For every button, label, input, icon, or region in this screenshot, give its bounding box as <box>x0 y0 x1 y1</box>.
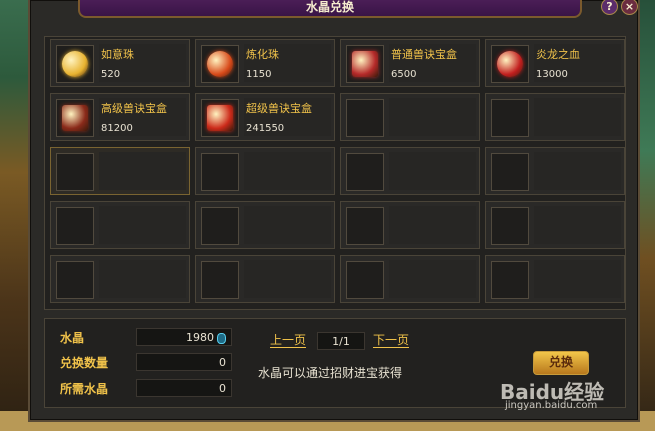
exchange-button[interactable]: 兑换 <box>533 351 589 375</box>
item-name: 高级兽诀宝盒 <box>101 102 167 115</box>
item-icon-frame <box>346 153 384 191</box>
item-slot[interactable] <box>195 201 335 249</box>
item-cost: 81200 <box>101 123 133 134</box>
item-icon-frame <box>491 45 529 83</box>
item-slot[interactable] <box>340 255 480 303</box>
item-icon-frame <box>201 207 239 245</box>
item-name: 炎龙之血 <box>536 48 580 61</box>
item-text-area <box>244 260 331 298</box>
item-slot[interactable]: 高级兽诀宝盒 81200 <box>50 93 190 141</box>
prev-page-link[interactable]: 上一页 <box>270 333 307 348</box>
item-name: 超级兽诀宝盒 <box>246 102 312 115</box>
item-text-area <box>389 152 476 190</box>
item-icon-frame <box>491 207 529 245</box>
item-icon-frame <box>346 45 384 83</box>
item-cost: 6500 <box>391 69 417 80</box>
item-text-area <box>534 152 621 190</box>
item-cost: 520 <box>101 69 121 80</box>
item-icon-frame <box>201 261 239 299</box>
item-text-area <box>99 206 186 244</box>
item-slot[interactable] <box>340 201 480 249</box>
page-indicator: 1/1 <box>317 332 365 350</box>
item-slot[interactable] <box>50 255 190 303</box>
item-slot[interactable] <box>340 147 480 195</box>
required-crystal-field: 0 <box>136 379 232 397</box>
item-text-area <box>389 98 476 136</box>
item-icon-frame <box>201 45 239 83</box>
item-slot[interactable] <box>50 147 190 195</box>
item-slot[interactable]: 普通兽诀宝盒 6500 <box>340 39 480 87</box>
item-icon-frame <box>346 99 384 137</box>
gold-chest-icon <box>207 105 233 131</box>
red-gold-orb-icon <box>207 51 233 77</box>
item-grid: 如意珠 520 炼化珠 1150 普通兽诀宝盒 6500 炎龙之血 13000 高级兽诀宝盒 81… <box>44 36 626 310</box>
quantity-input[interactable]: 0 <box>136 353 232 371</box>
item-icon-frame <box>491 153 529 191</box>
item-icon-frame <box>56 261 94 299</box>
item-slot[interactable] <box>485 255 625 303</box>
item-slot[interactable] <box>485 93 625 141</box>
item-icon-frame <box>491 99 529 137</box>
blood-potion-icon <box>497 51 523 77</box>
gold-orb-icon <box>62 51 88 77</box>
quantity-label: 兑换数量 <box>60 356 109 370</box>
item-icon-frame <box>56 99 94 137</box>
item-icon-frame <box>56 153 94 191</box>
item-slot[interactable] <box>195 255 335 303</box>
item-slot[interactable]: 超级兽诀宝盒 241550 <box>195 93 335 141</box>
item-cost: 13000 <box>536 69 568 80</box>
next-page-link[interactable]: 下一页 <box>373 333 410 348</box>
item-icon-frame <box>346 261 384 299</box>
item-slot[interactable] <box>50 201 190 249</box>
item-slot[interactable] <box>485 201 625 249</box>
watermark-url: jingyan.baidu.com <box>505 400 598 411</box>
red-chest-icon <box>352 51 378 77</box>
item-slot[interactable] <box>340 93 480 141</box>
crystal-label: 水晶 <box>60 331 85 345</box>
item-icon-frame <box>56 45 94 83</box>
item-name: 如意珠 <box>101 48 134 61</box>
item-text-area <box>99 152 186 190</box>
item-icon-frame <box>491 261 529 299</box>
crystal-gem-icon <box>217 332 226 344</box>
item-text-area <box>534 260 621 298</box>
item-icon-frame <box>346 207 384 245</box>
item-name: 普通兽诀宝盒 <box>391 48 457 61</box>
item-icon-frame <box>201 153 239 191</box>
item-text-area <box>244 206 331 244</box>
item-name: 炼化珠 <box>246 48 279 61</box>
item-slot[interactable]: 炎龙之血 13000 <box>485 39 625 87</box>
item-cost: 1150 <box>246 69 272 80</box>
item-text-area <box>534 98 621 136</box>
item-text-area <box>244 152 331 190</box>
crystal-balance-field: 1980 <box>136 328 232 346</box>
item-slot[interactable]: 如意珠 520 <box>50 39 190 87</box>
hint-text: 水晶可以通过招财进宝获得 <box>258 366 403 380</box>
item-text-area <box>389 206 476 244</box>
open-chest-icon <box>62 105 88 131</box>
item-slot[interactable] <box>485 147 625 195</box>
item-icon-frame <box>201 99 239 137</box>
item-icon-frame <box>56 207 94 245</box>
item-slot[interactable]: 炼化珠 1150 <box>195 39 335 87</box>
item-cost: 241550 <box>246 123 285 134</box>
window-title: 水晶兑换 <box>78 0 582 18</box>
item-slot[interactable] <box>195 147 335 195</box>
required-crystal-label: 所需水晶 <box>60 382 109 396</box>
item-text-area <box>534 206 621 244</box>
item-text-area <box>389 260 476 298</box>
item-text-area <box>99 260 186 298</box>
